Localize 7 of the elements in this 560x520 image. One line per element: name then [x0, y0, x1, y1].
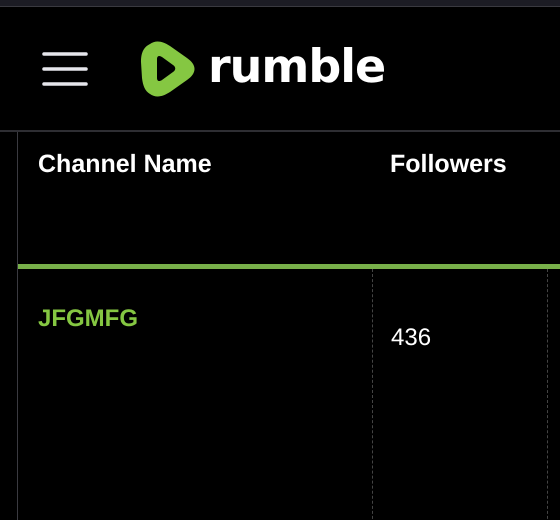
- column-header: Followers: [390, 150, 507, 178]
- logo-text: rumble: [208, 42, 386, 94]
- table-cell: 436: [391, 324, 432, 351]
- menu-icon[interactable]: [42, 52, 88, 86]
- play-logo-icon: [140, 40, 196, 98]
- channel-link[interactable]: JFGMFG: [38, 305, 138, 332]
- column-header: Channel Name: [38, 150, 212, 178]
